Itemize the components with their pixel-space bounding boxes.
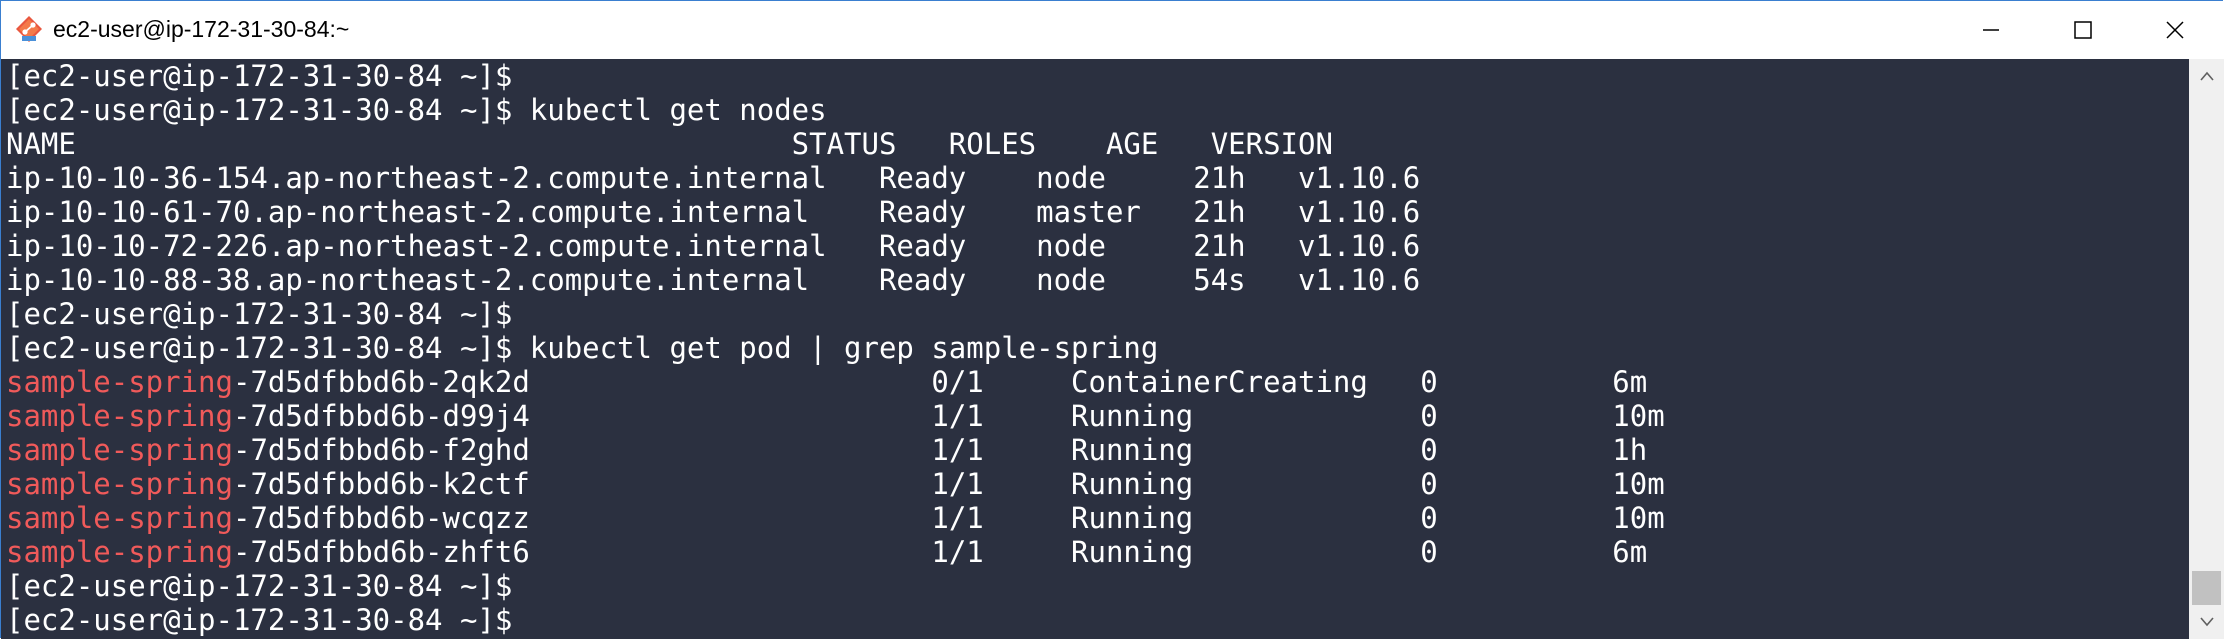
close-icon <box>2166 21 2184 39</box>
node-row: ip-10-10-36-154.ap-northeast-2.compute.i… <box>6 161 1421 195</box>
pod-row: sample-spring-7d5dfbbd6b-d99j4 1/1 Runni… <box>6 399 1665 433</box>
prompt-line: [ec2-user@ip-172-31-30-84 ~]$ <box>6 569 513 603</box>
window-title: ec2-user@ip-172-31-30-84:~ <box>53 16 350 42</box>
current-prompt-line[interactable]: [ec2-user@ip-172-31-30-84 ~]$ <box>6 603 512 637</box>
grep-match: sample-spring <box>6 535 233 569</box>
pod-row: sample-spring-7d5dfbbd6b-2qk2d 0/1 Conta… <box>6 365 1647 399</box>
pod-row-rest: -7d5dfbbd6b-wcqzz 1/1 Running 0 10m <box>232 501 1665 535</box>
scroll-up-arrow-icon[interactable] <box>2189 59 2224 93</box>
pod-row: sample-spring-7d5dfbbd6b-wcqzz 1/1 Runni… <box>6 501 1665 535</box>
pod-row: sample-spring-7d5dfbbd6b-k2ctf 1/1 Runni… <box>6 467 1665 501</box>
minimize-button[interactable] <box>1945 1 2037 59</box>
pod-row: sample-spring-7d5dfbbd6b-f2ghd 1/1 Runni… <box>6 433 1647 467</box>
node-row: ip-10-10-88-38.ap-northeast-2.compute.in… <box>6 263 1421 297</box>
close-button[interactable] <box>2129 1 2221 59</box>
vertical-scrollbar[interactable] <box>2189 59 2224 639</box>
maximize-button[interactable] <box>2037 1 2129 59</box>
scrollbar-thumb[interactable] <box>2192 571 2221 605</box>
grep-match: sample-spring <box>6 501 233 535</box>
grep-match: sample-spring <box>6 365 233 399</box>
grep-match: sample-spring <box>6 467 233 501</box>
pod-row-rest: -7d5dfbbd6b-k2ctf 1/1 Running 0 10m <box>232 467 1665 501</box>
title-bar[interactable]: ec2-user@ip-172-31-30-84:~ <box>1 1 2224 59</box>
minimize-icon <box>1983 29 1999 31</box>
nodes-header-row: NAME STATUS ROLES AGE VERSION <box>6 127 1333 161</box>
command-line: [ec2-user@ip-172-31-30-84 ~]$ kubectl ge… <box>6 331 1159 365</box>
scroll-down-arrow-icon[interactable] <box>2189 605 2224 639</box>
pod-row-rest: -7d5dfbbd6b-d99j4 1/1 Running 0 10m <box>232 399 1665 433</box>
grep-match: sample-spring <box>6 399 233 433</box>
node-row: ip-10-10-61-70.ap-northeast-2.compute.in… <box>6 195 1421 229</box>
pod-row: sample-spring-7d5dfbbd6b-zhft6 1/1 Runni… <box>6 535 1647 569</box>
node-row: ip-10-10-72-226.ap-northeast-2.compute.i… <box>6 229 1421 263</box>
grep-match: sample-spring <box>6 433 233 467</box>
pod-row-rest: -7d5dfbbd6b-f2ghd 1/1 Running 0 1h <box>232 433 1648 467</box>
maximize-icon <box>2074 21 2092 39</box>
git-bash-icon <box>15 15 43 43</box>
terminal-output[interactable]: [ec2-user@ip-172-31-30-84 ~]$ [ec2-user@… <box>1 59 2189 639</box>
terminal-window: ec2-user@ip-172-31-30-84:~ [ec2-user@ip-… <box>0 0 2224 639</box>
command-line: [ec2-user@ip-172-31-30-84 ~]$ kubectl ge… <box>6 93 827 127</box>
pod-row-rest: -7d5dfbbd6b-2qk2d 0/1 ContainerCreating … <box>232 365 1648 399</box>
prompt-line: [ec2-user@ip-172-31-30-84 ~]$ <box>6 297 513 331</box>
prompt-line: [ec2-user@ip-172-31-30-84 ~]$ <box>6 59 513 93</box>
pod-row-rest: -7d5dfbbd6b-zhft6 1/1 Running 0 6m <box>232 535 1648 569</box>
